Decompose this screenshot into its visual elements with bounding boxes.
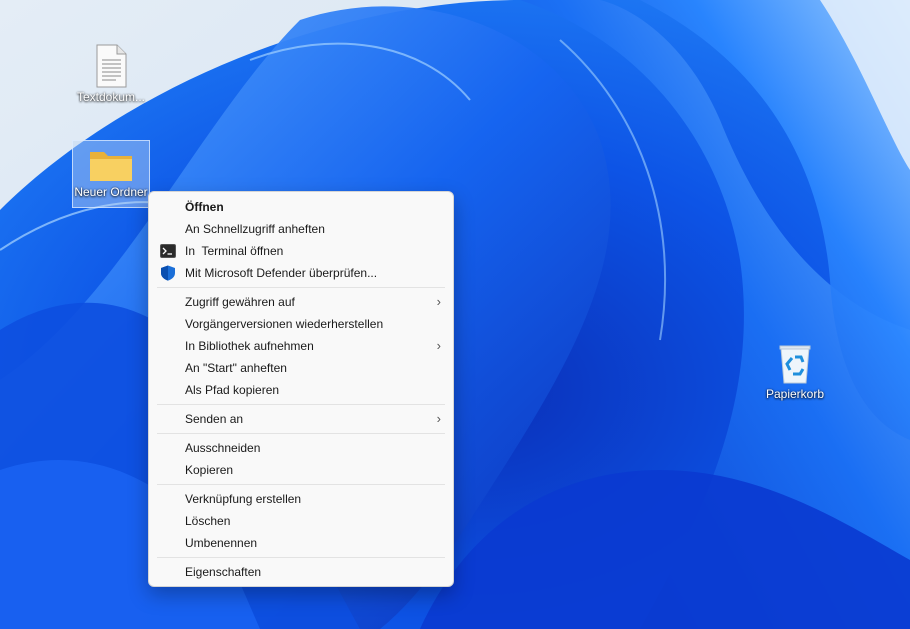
menu-separator [157, 287, 445, 288]
menu-item-label: Eigenschaften [185, 565, 262, 579]
menu-item-open-in-terminal[interactable]: In Terminal öffnen [149, 240, 453, 262]
menu-item-label: Verknüpfung erstellen [185, 492, 302, 506]
menu-item-label: Senden an [185, 412, 244, 426]
desktop-icon-new-folder[interactable]: Neuer Ordner [72, 140, 150, 208]
menu-item-label: Öffnen [185, 200, 224, 214]
menu-item-label: Ausschneiden [185, 441, 261, 455]
menu-item-pin-start[interactable]: An "Start" anheften [149, 357, 453, 379]
folder-icon [90, 152, 132, 181]
menu-item-cut[interactable]: Ausschneiden [149, 437, 453, 459]
menu-item-label: An Schnellzugriff anheften [185, 222, 325, 236]
menu-separator [157, 484, 445, 485]
menu-item-label: Zugriff gewähren auf [185, 295, 295, 309]
menu-item-label: Als Pfad kopieren [185, 383, 280, 397]
defender-shield-icon [161, 265, 175, 281]
chevron-right-icon: › [436, 294, 441, 309]
context-menu: Öffnen An Schnellzugriff anheften In Ter… [148, 191, 454, 587]
menu-separator [157, 557, 445, 558]
menu-item-copy[interactable]: Kopieren [149, 459, 453, 481]
menu-item-defender-scan[interactable]: Mit Microsoft Defender überprüfen... [149, 262, 453, 284]
menu-item-label: An "Start" anheften [185, 361, 287, 375]
menu-item-pin-quick-access[interactable]: An Schnellzugriff anheften [149, 218, 453, 240]
menu-item-delete[interactable]: Löschen [149, 510, 453, 532]
menu-item-label: Vorgängerversionen wiederherstellen [185, 317, 384, 331]
text-document-icon [96, 44, 127, 88]
menu-item-label: In Bibliothek aufnehmen [185, 339, 314, 353]
menu-item-label: Umbenennen [185, 536, 258, 550]
menu-item-create-shortcut[interactable]: Verknüpfung erstellen [149, 488, 453, 510]
desktop[interactable]: Textdokum... Neuer Ordner Papierkorb Öff… [0, 0, 910, 629]
recycle-bin-icon [779, 345, 811, 384]
menu-item-send-to[interactable]: Senden an › [149, 408, 453, 430]
menu-item-properties[interactable]: Eigenschaften [149, 561, 453, 583]
desktop-icon-label: Textdokum... [76, 90, 146, 104]
desktop-icon-textdocument[interactable]: Textdokum... [73, 44, 149, 104]
menu-item-label: In Terminal öffnen [185, 244, 284, 258]
terminal-icon [160, 244, 176, 258]
desktop-icon-label: Papierkorb [765, 387, 825, 401]
chevron-right-icon: › [436, 411, 441, 426]
desktop-icon-label: Neuer Ordner [74, 185, 148, 199]
menu-item-copy-as-path[interactable]: Als Pfad kopieren [149, 379, 453, 401]
menu-separator [157, 433, 445, 434]
desktop-icon-recycle-bin[interactable]: Papierkorb [757, 343, 833, 401]
menu-item-open[interactable]: Öffnen [149, 196, 453, 218]
menu-separator [157, 404, 445, 405]
menu-item-rename[interactable]: Umbenennen [149, 532, 453, 554]
menu-item-label: Mit Microsoft Defender überprüfen... [185, 266, 378, 280]
chevron-right-icon: › [436, 338, 441, 353]
menu-item-give-access[interactable]: Zugriff gewähren auf › [149, 291, 453, 313]
menu-item-label: Löschen [185, 514, 231, 528]
menu-item-restore-versions[interactable]: Vorgängerversionen wiederherstellen [149, 313, 453, 335]
menu-item-include-library[interactable]: In Bibliothek aufnehmen › [149, 335, 453, 357]
menu-item-label: Kopieren [185, 463, 234, 477]
